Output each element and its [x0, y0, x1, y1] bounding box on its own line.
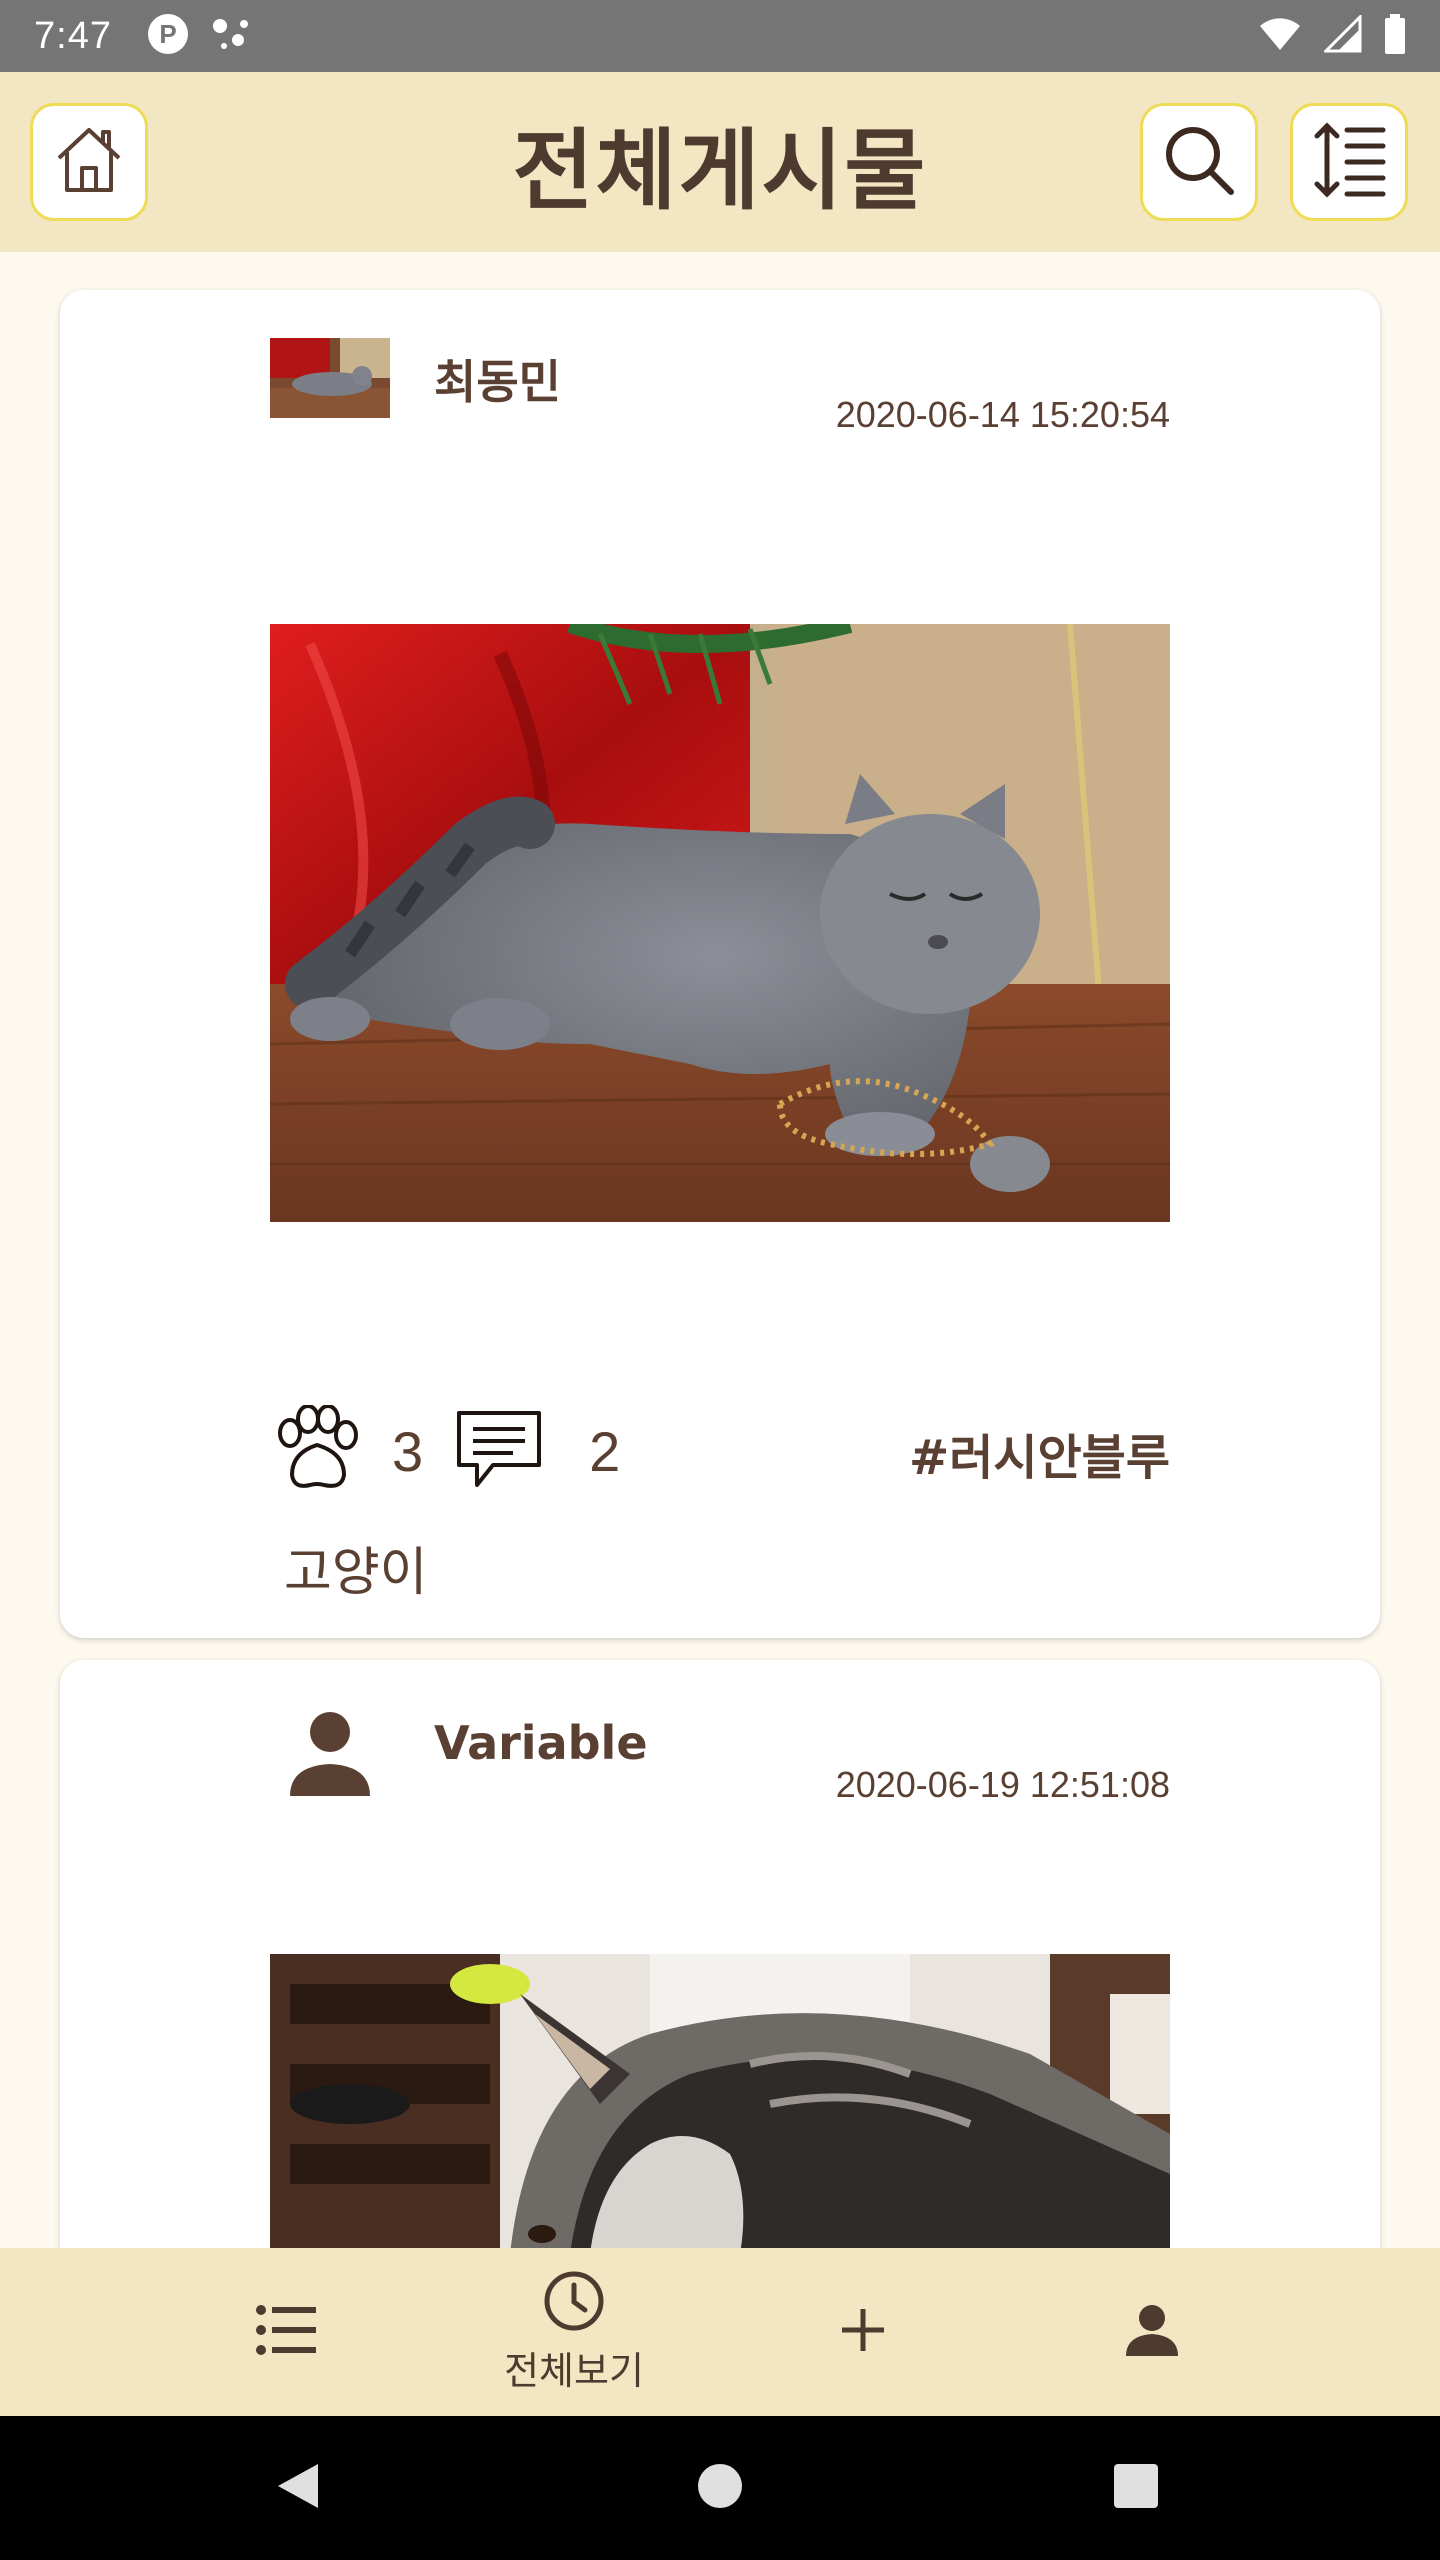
post-feed[interactable]: 최동민 2020-06-14 15:20:54 3 2 #러시안블루 고양이 V… — [0, 252, 1440, 2248]
nav-all-posts-label: 전체보기 — [504, 2348, 644, 2393]
svg-text:P: P — [159, 19, 176, 49]
post-author[interactable]: 최동민 — [434, 346, 561, 412]
post-card[interactable]: 최동민 2020-06-14 15:20:54 3 2 #러시안블루 고양이 — [60, 290, 1380, 1638]
search-icon — [1159, 120, 1239, 204]
assistant-dots-icon — [210, 12, 254, 60]
search-button[interactable] — [1140, 103, 1258, 221]
status-time: 7:47 — [34, 14, 112, 57]
post-image[interactable] — [270, 624, 1170, 1222]
back-icon — [274, 2460, 322, 2516]
bottom-nav: 전체보기 — [0, 2248, 1440, 2416]
cell-signal-icon — [1322, 13, 1362, 57]
list-icon — [256, 2305, 316, 2359]
p-badge-icon: P — [146, 12, 190, 60]
home-circle-icon — [696, 2462, 744, 2514]
nav-all-posts[interactable]: 전체보기 — [474, 2248, 674, 2416]
app-bar: 전체게시물 — [0, 72, 1440, 252]
plus-icon — [838, 2305, 888, 2359]
post-stats: 3 2 — [270, 1404, 621, 1497]
person-icon[interactable] — [282, 1704, 378, 1804]
battery-icon — [1384, 14, 1406, 58]
author-avatar[interactable] — [270, 338, 390, 418]
clock-icon — [543, 2270, 605, 2336]
home-system-button[interactable] — [688, 2456, 752, 2520]
status-bar: 7:47 P — [0, 0, 1440, 72]
post-image[interactable] — [270, 1954, 1170, 2248]
sort-button[interactable] — [1290, 103, 1408, 221]
system-nav-bar — [0, 2416, 1440, 2560]
post-hashtag[interactable]: #러시안블루 — [909, 1418, 1170, 1488]
sort-icon — [1309, 120, 1389, 204]
like-count: 3 — [392, 1419, 424, 1483]
post-date: 2020-06-14 15:20:54 — [835, 394, 1170, 435]
comment-count: 2 — [589, 1419, 621, 1483]
post-author[interactable]: Variable — [434, 1716, 648, 1770]
paw-like-icon[interactable] — [270, 1404, 364, 1497]
recents-button[interactable] — [1104, 2456, 1168, 2520]
post-card[interactable]: Variable 2020-06-19 12:51:08 — [60, 1660, 1380, 2248]
comment-icon[interactable] — [453, 1407, 545, 1495]
nav-add[interactable] — [763, 2248, 963, 2416]
wifi-icon — [1258, 16, 1302, 56]
person-icon — [1124, 2302, 1180, 2362]
nav-profile[interactable] — [1052, 2248, 1252, 2416]
post-date: 2020-06-19 12:51:08 — [835, 1764, 1170, 1805]
nav-list[interactable] — [186, 2248, 386, 2416]
back-button[interactable] — [266, 2456, 330, 2520]
post-text: 고양이 — [284, 1543, 428, 1603]
recents-icon — [1112, 2462, 1160, 2514]
